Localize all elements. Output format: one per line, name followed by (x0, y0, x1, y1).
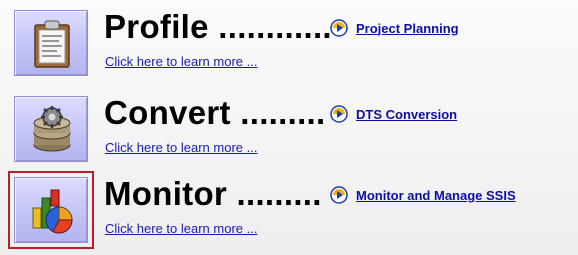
play-icon (330, 19, 348, 37)
convert-row: Convert ......... Click here to learn mo… (0, 90, 578, 168)
chart-icon (32, 189, 73, 234)
profile-tile-button[interactable] (14, 10, 88, 76)
convert-link-group: DTS Conversion (330, 105, 457, 123)
monitor-learn-more-link[interactable]: Click here to learn more ... (105, 221, 257, 236)
profile-link-group: Project Planning (330, 19, 459, 37)
convert-learn-more-link[interactable]: Click here to learn more ... (105, 140, 257, 155)
convert-tile-button[interactable] (14, 96, 88, 162)
monitor-row: Monitor ......... Click here to learn mo… (0, 171, 578, 249)
monitor-tile-button[interactable] (14, 177, 88, 243)
profile-learn-more-link[interactable]: Click here to learn more ... (105, 54, 257, 69)
monitor-link-group: Monitor and Manage SSIS (330, 186, 516, 204)
monitor-title: Monitor ......... (104, 175, 322, 212)
profile-row: Profile ............ Click here to learn… (0, 4, 578, 82)
clipboard-icon (34, 20, 70, 68)
monitor-manage-ssis-link[interactable]: Monitor and Manage SSIS (356, 188, 516, 203)
convert-title: Convert ......... (104, 94, 326, 131)
profile-title: Profile ............ (104, 8, 332, 45)
project-planning-link[interactable]: Project Planning (356, 21, 459, 36)
play-icon (330, 186, 348, 204)
gear-database-icon (33, 106, 71, 152)
dts-conversion-link[interactable]: DTS Conversion (356, 107, 457, 122)
play-icon (330, 105, 348, 123)
